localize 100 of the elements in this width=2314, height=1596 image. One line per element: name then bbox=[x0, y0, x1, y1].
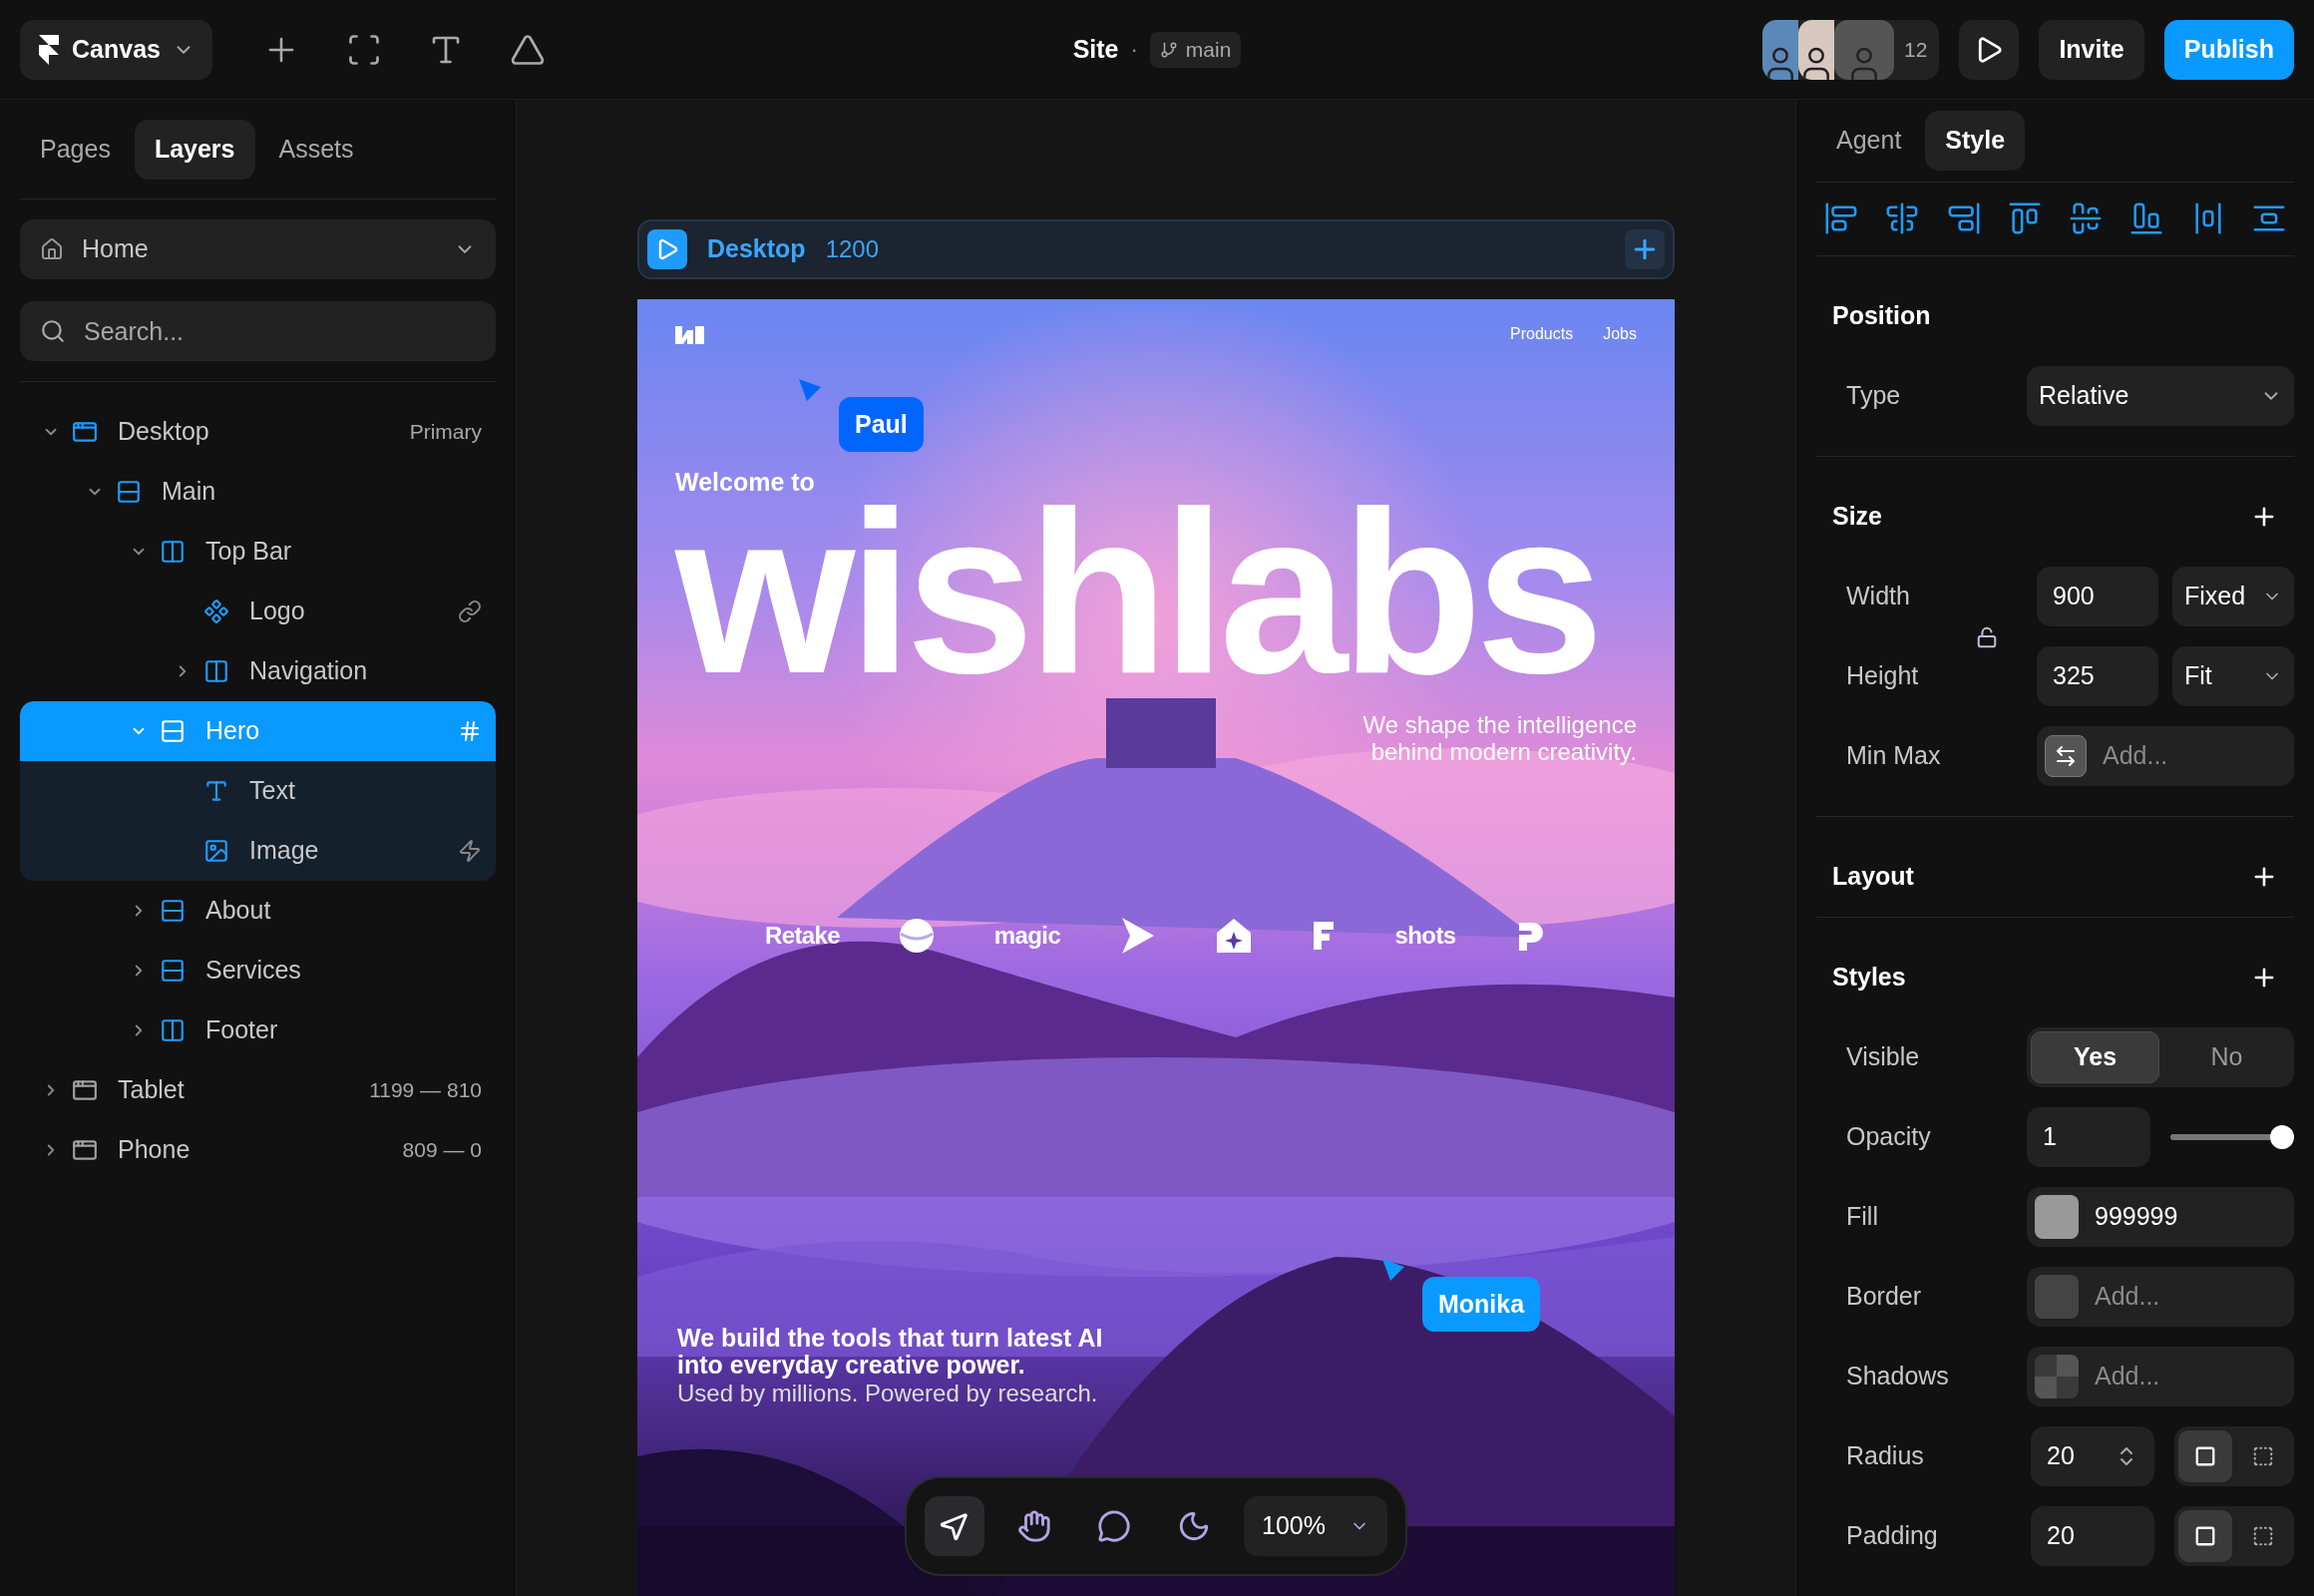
play-logo-icon bbox=[1119, 915, 1156, 956]
square-icon bbox=[2194, 1445, 2216, 1467]
layer-item[interactable]: Phone 809 — 0 bbox=[20, 1120, 496, 1180]
cursor-label: Paul bbox=[839, 397, 924, 452]
branch-icon bbox=[1159, 40, 1178, 59]
site-logo-icon bbox=[675, 324, 705, 344]
property-label: Opacity bbox=[1846, 1121, 1931, 1153]
layer-meta: 809 — 0 bbox=[402, 1137, 482, 1164]
branch-chip[interactable]: main bbox=[1149, 31, 1242, 68]
align-bottom-icon[interactable] bbox=[2129, 201, 2164, 236]
layer-meta: 1199 — 810 bbox=[369, 1077, 482, 1104]
number-field[interactable]: 900 bbox=[2037, 567, 2158, 626]
property-label: Fill bbox=[1846, 1201, 1878, 1233]
lock-icon[interactable] bbox=[1976, 626, 1998, 648]
moon-icon bbox=[1177, 1509, 1211, 1543]
property-label: Border bbox=[1846, 1281, 1922, 1313]
columns-icon bbox=[203, 658, 229, 684]
tool-button[interactable] bbox=[925, 1496, 984, 1556]
breakpoint-width: 1200 bbox=[825, 234, 881, 264]
welcome-text: Welcome to bbox=[675, 467, 815, 498]
cursor-label: Monika bbox=[1422, 1277, 1541, 1332]
layer-item[interactable]: Tablet 1199 — 810 bbox=[20, 1060, 496, 1120]
layer-item[interactable]: Image bbox=[20, 821, 496, 881]
project-menu[interactable]: Canvas bbox=[20, 19, 212, 80]
border-field[interactable]: Add... bbox=[2027, 1267, 2294, 1327]
mode-option[interactable] bbox=[2178, 1430, 2232, 1482]
partner-logo: Retake bbox=[765, 920, 841, 951]
columns-icon bbox=[160, 1017, 186, 1043]
slider-thumb[interactable] bbox=[2270, 1125, 2294, 1149]
panel-tab[interactable]: Agent bbox=[1816, 110, 1922, 171]
layer-item[interactable]: Navigation bbox=[20, 641, 496, 701]
site-name: Site bbox=[1072, 33, 1119, 65]
link-icon bbox=[458, 599, 482, 623]
layer-item[interactable]: Footer bbox=[20, 1000, 496, 1060]
align-center-icon[interactable] bbox=[1885, 201, 1920, 236]
segment-option[interactable]: Yes bbox=[2031, 1031, 2159, 1083]
collaborator-count: 12 bbox=[1904, 36, 1928, 63]
panel-tab[interactable]: Assets bbox=[258, 119, 374, 180]
number-field[interactable]: 20 bbox=[2031, 1426, 2154, 1486]
property-label: Radius bbox=[1846, 1440, 1924, 1472]
square-icon bbox=[2194, 1525, 2216, 1547]
number-field[interactable]: 20 bbox=[2031, 1506, 2154, 1566]
text-icon bbox=[203, 778, 229, 804]
number-field[interactable]: 325 bbox=[2037, 646, 2158, 706]
avatar[interactable] bbox=[1762, 19, 1799, 80]
bolt-icon bbox=[458, 839, 482, 863]
property-label: Visible bbox=[1846, 1041, 1920, 1073]
align-right-icon[interactable] bbox=[1946, 201, 1981, 236]
size-mode-select[interactable]: Fixed bbox=[2172, 567, 2294, 626]
layer-item[interactable]: Desktop Primary bbox=[20, 402, 496, 462]
property-label: Shadows bbox=[1846, 1361, 1949, 1393]
shadow-field[interactable]: Add... bbox=[2027, 1347, 2294, 1406]
invite-button[interactable]: Invite bbox=[2039, 19, 2144, 80]
site-tagline: We shape the intelligence behind modern creativity. bbox=[1361, 710, 1637, 766]
image-icon bbox=[203, 838, 229, 864]
layer-meta: Primary bbox=[409, 419, 482, 446]
breakpoint-bar[interactable]: Desktop 1200 bbox=[637, 219, 1675, 279]
layer-item[interactable]: About bbox=[20, 881, 496, 941]
section-title: Size bbox=[1832, 501, 1883, 533]
search-field[interactable]: Search... bbox=[20, 301, 496, 361]
min-max-field[interactable]: Add... bbox=[2037, 726, 2294, 786]
align-left-icon[interactable] bbox=[1824, 201, 1858, 236]
component-icon bbox=[203, 598, 229, 624]
layer-item[interactable]: Logo bbox=[20, 582, 496, 641]
mode-option[interactable] bbox=[2178, 1510, 2232, 1562]
hand-icon bbox=[1017, 1509, 1051, 1543]
flag-logo-icon bbox=[1312, 919, 1337, 952]
add-breakpoint-button[interactable] bbox=[1625, 229, 1665, 269]
layer-item[interactable]: Services bbox=[20, 941, 496, 1000]
layer-item[interactable]: Top Bar bbox=[20, 522, 496, 582]
layer-item[interactable]: Main bbox=[20, 462, 496, 522]
preview-button[interactable] bbox=[1959, 19, 2020, 80]
property-label: Width bbox=[1846, 581, 1910, 612]
panel-tab[interactable]: Pages bbox=[20, 119, 131, 180]
breakpoint-name: Desktop bbox=[707, 233, 806, 265]
rows-icon bbox=[116, 479, 142, 505]
dashed-square-icon bbox=[2252, 1445, 2274, 1467]
align-middle-icon[interactable] bbox=[2069, 201, 2104, 236]
section-title: Position bbox=[1832, 300, 1931, 332]
hash-icon bbox=[458, 719, 482, 743]
rows-icon bbox=[160, 898, 186, 924]
arrows-icon bbox=[2045, 735, 2087, 777]
rows-icon bbox=[160, 718, 186, 744]
fill-field[interactable]: 999999 bbox=[2027, 1187, 2294, 1247]
panel-tab[interactable]: Style bbox=[1925, 110, 2026, 171]
size-mode-select[interactable]: Fit bbox=[2172, 646, 2294, 706]
zoom-select[interactable]: 100% bbox=[1244, 1496, 1387, 1556]
property-label: Type bbox=[1846, 380, 1901, 412]
panel-tab[interactable]: Layers bbox=[134, 119, 255, 180]
align-top-icon[interactable] bbox=[2007, 201, 2042, 236]
avatar[interactable] bbox=[1798, 19, 1835, 80]
partner-logo: magic bbox=[993, 920, 1061, 951]
site-headline: We build the tools that turn latest AI into everyday creative power. bbox=[677, 1324, 1104, 1380]
type-select[interactable]: Relative bbox=[2027, 366, 2294, 426]
segment-option[interactable]: No bbox=[2163, 1031, 2290, 1083]
layer-item[interactable]: Text bbox=[20, 761, 496, 821]
section-title: Layout bbox=[1832, 861, 1914, 893]
search-icon bbox=[40, 318, 66, 344]
number-field[interactable]: 1 bbox=[2027, 1107, 2150, 1167]
page-select[interactable]: Home bbox=[20, 219, 496, 279]
